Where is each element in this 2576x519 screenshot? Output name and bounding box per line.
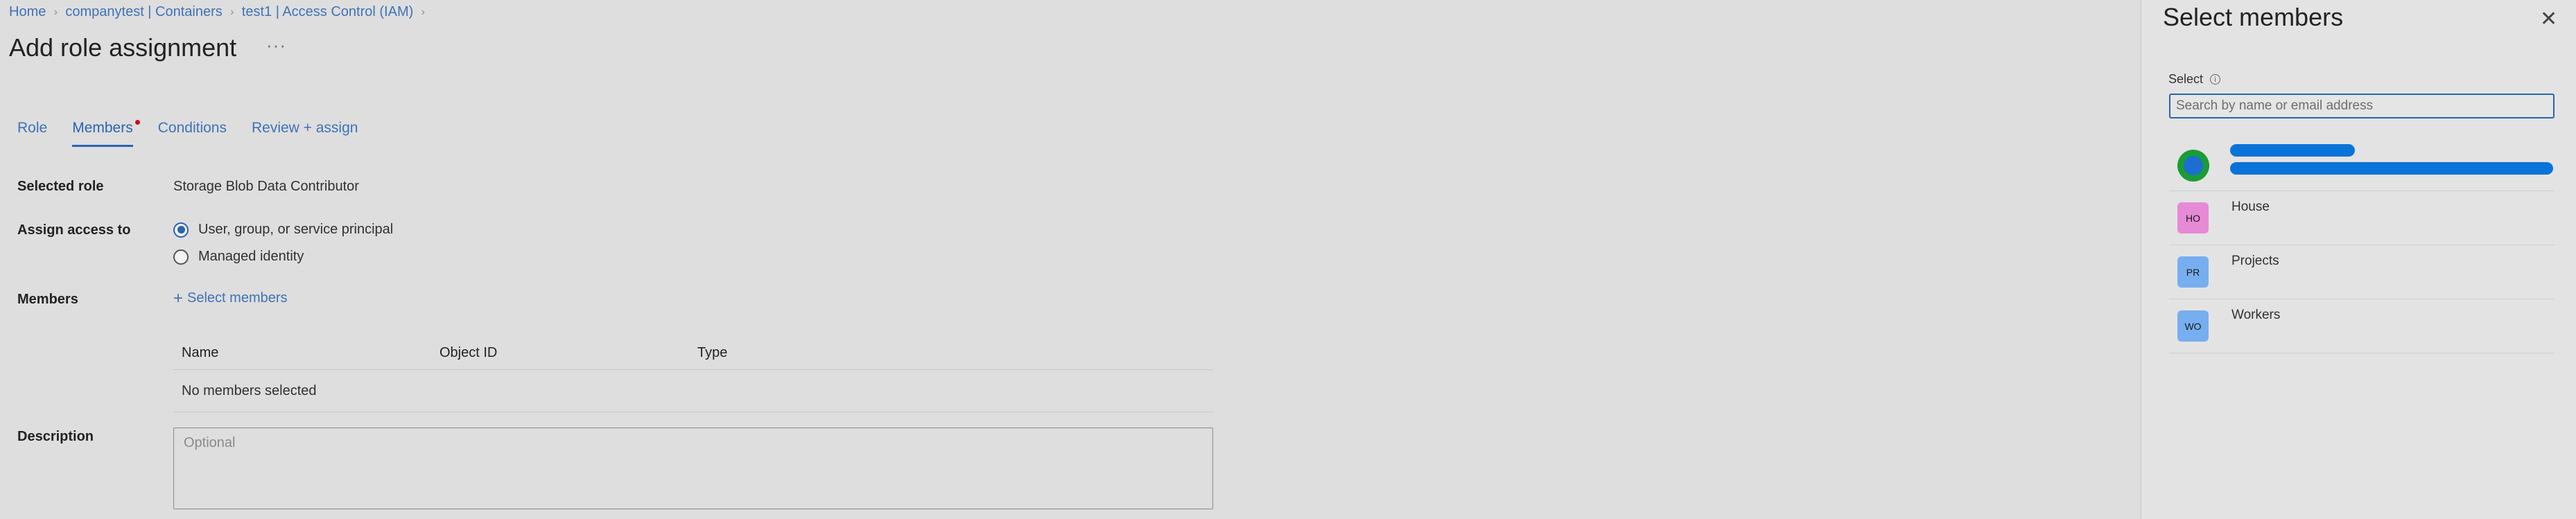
table-row: No members selected (173, 370, 1213, 412)
tab-label: Members (72, 120, 133, 136)
breadcrumb-access-control[interactable]: test1 | Access Control (IAM) (242, 4, 414, 20)
table-header: Name Object ID Type (173, 336, 1213, 370)
breadcrumb-containers[interactable]: companytest | Containers (65, 4, 222, 20)
selected-role-value: Storage Blob Data Contributor (173, 179, 359, 194)
tab-conditions[interactable]: Conditions (158, 120, 227, 147)
tab-members[interactable]: Members (72, 120, 140, 147)
select-label: Select i (2168, 72, 2221, 87)
more-options-icon[interactable]: ··· (266, 35, 286, 56)
list-item[interactable]: WO Workers (2169, 299, 2555, 353)
avatar: HO (2177, 202, 2209, 234)
selected-role-label: Selected role (17, 179, 104, 194)
plus-icon: + (173, 288, 184, 308)
search-input[interactable] (2169, 94, 2555, 118)
select-members-panel: Select members ✕ Select i HO House PR Pr… (2141, 0, 2576, 519)
close-icon[interactable]: ✕ (2540, 4, 2557, 35)
select-members-link[interactable]: + Select members (173, 290, 288, 306)
radio-user-group-sp[interactable]: User, group, or service principal (173, 222, 393, 238)
chevron-right-icon: › (421, 6, 425, 18)
select-label-text: Select (2168, 72, 2204, 86)
description-field[interactable] (173, 428, 1213, 509)
select-members-label: Select members (187, 290, 288, 306)
members-label: Members (17, 292, 78, 307)
tab-label: Role (17, 120, 48, 136)
panel-title: Select members (2163, 3, 2344, 31)
radio-managed-identity[interactable]: Managed identity (173, 249, 304, 265)
info-icon[interactable]: i (2210, 74, 2221, 85)
tab-label: Review + assign (251, 120, 358, 136)
list-item[interactable]: HO House (2169, 191, 2555, 245)
breadcrumb-home[interactable]: Home (9, 4, 46, 20)
list-item-name: Workers (2231, 308, 2281, 322)
description-label: Description (17, 429, 94, 444)
list-item-name: Projects (2231, 254, 2279, 268)
tab-review-assign[interactable]: Review + assign (252, 120, 358, 147)
radio-unchecked-icon[interactable] (173, 249, 189, 265)
required-indicator-icon (134, 120, 140, 125)
tab-bar: Role Members Conditions Review + assign (17, 120, 383, 147)
radio-checked-icon[interactable] (173, 222, 189, 238)
column-header-type: Type (697, 344, 728, 360)
chevron-right-icon: › (230, 6, 234, 18)
tab-role[interactable]: Role (17, 120, 47, 147)
members-table: Name Object ID Type No members selected (173, 336, 1213, 412)
column-header-name: Name (182, 344, 219, 360)
redacted-email (2230, 162, 2553, 175)
list-item[interactable]: PR Projects (2169, 245, 2555, 299)
redacted-name (2230, 144, 2355, 157)
assign-access-label: Assign access to (17, 222, 131, 238)
chevron-right-icon: › (53, 6, 58, 18)
avatar: PR (2177, 256, 2209, 288)
page-title: Add role assignment (9, 33, 237, 62)
radio-label: User, group, or service principal (198, 222, 394, 237)
tab-label: Conditions (157, 120, 227, 136)
list-item[interactable] (2169, 137, 2555, 191)
breadcrumb: Home › companytest | Containers › test1 … (9, 4, 433, 20)
avatar: WO (2177, 310, 2209, 342)
column-header-object-id: Object ID (440, 344, 498, 360)
list-item-name: House (2231, 200, 2270, 214)
avatar (2177, 150, 2209, 182)
radio-label: Managed identity (198, 249, 304, 264)
main-content: Home › companytest | Containers › test1 … (0, 0, 2141, 519)
empty-table-message: No members selected (182, 382, 317, 398)
